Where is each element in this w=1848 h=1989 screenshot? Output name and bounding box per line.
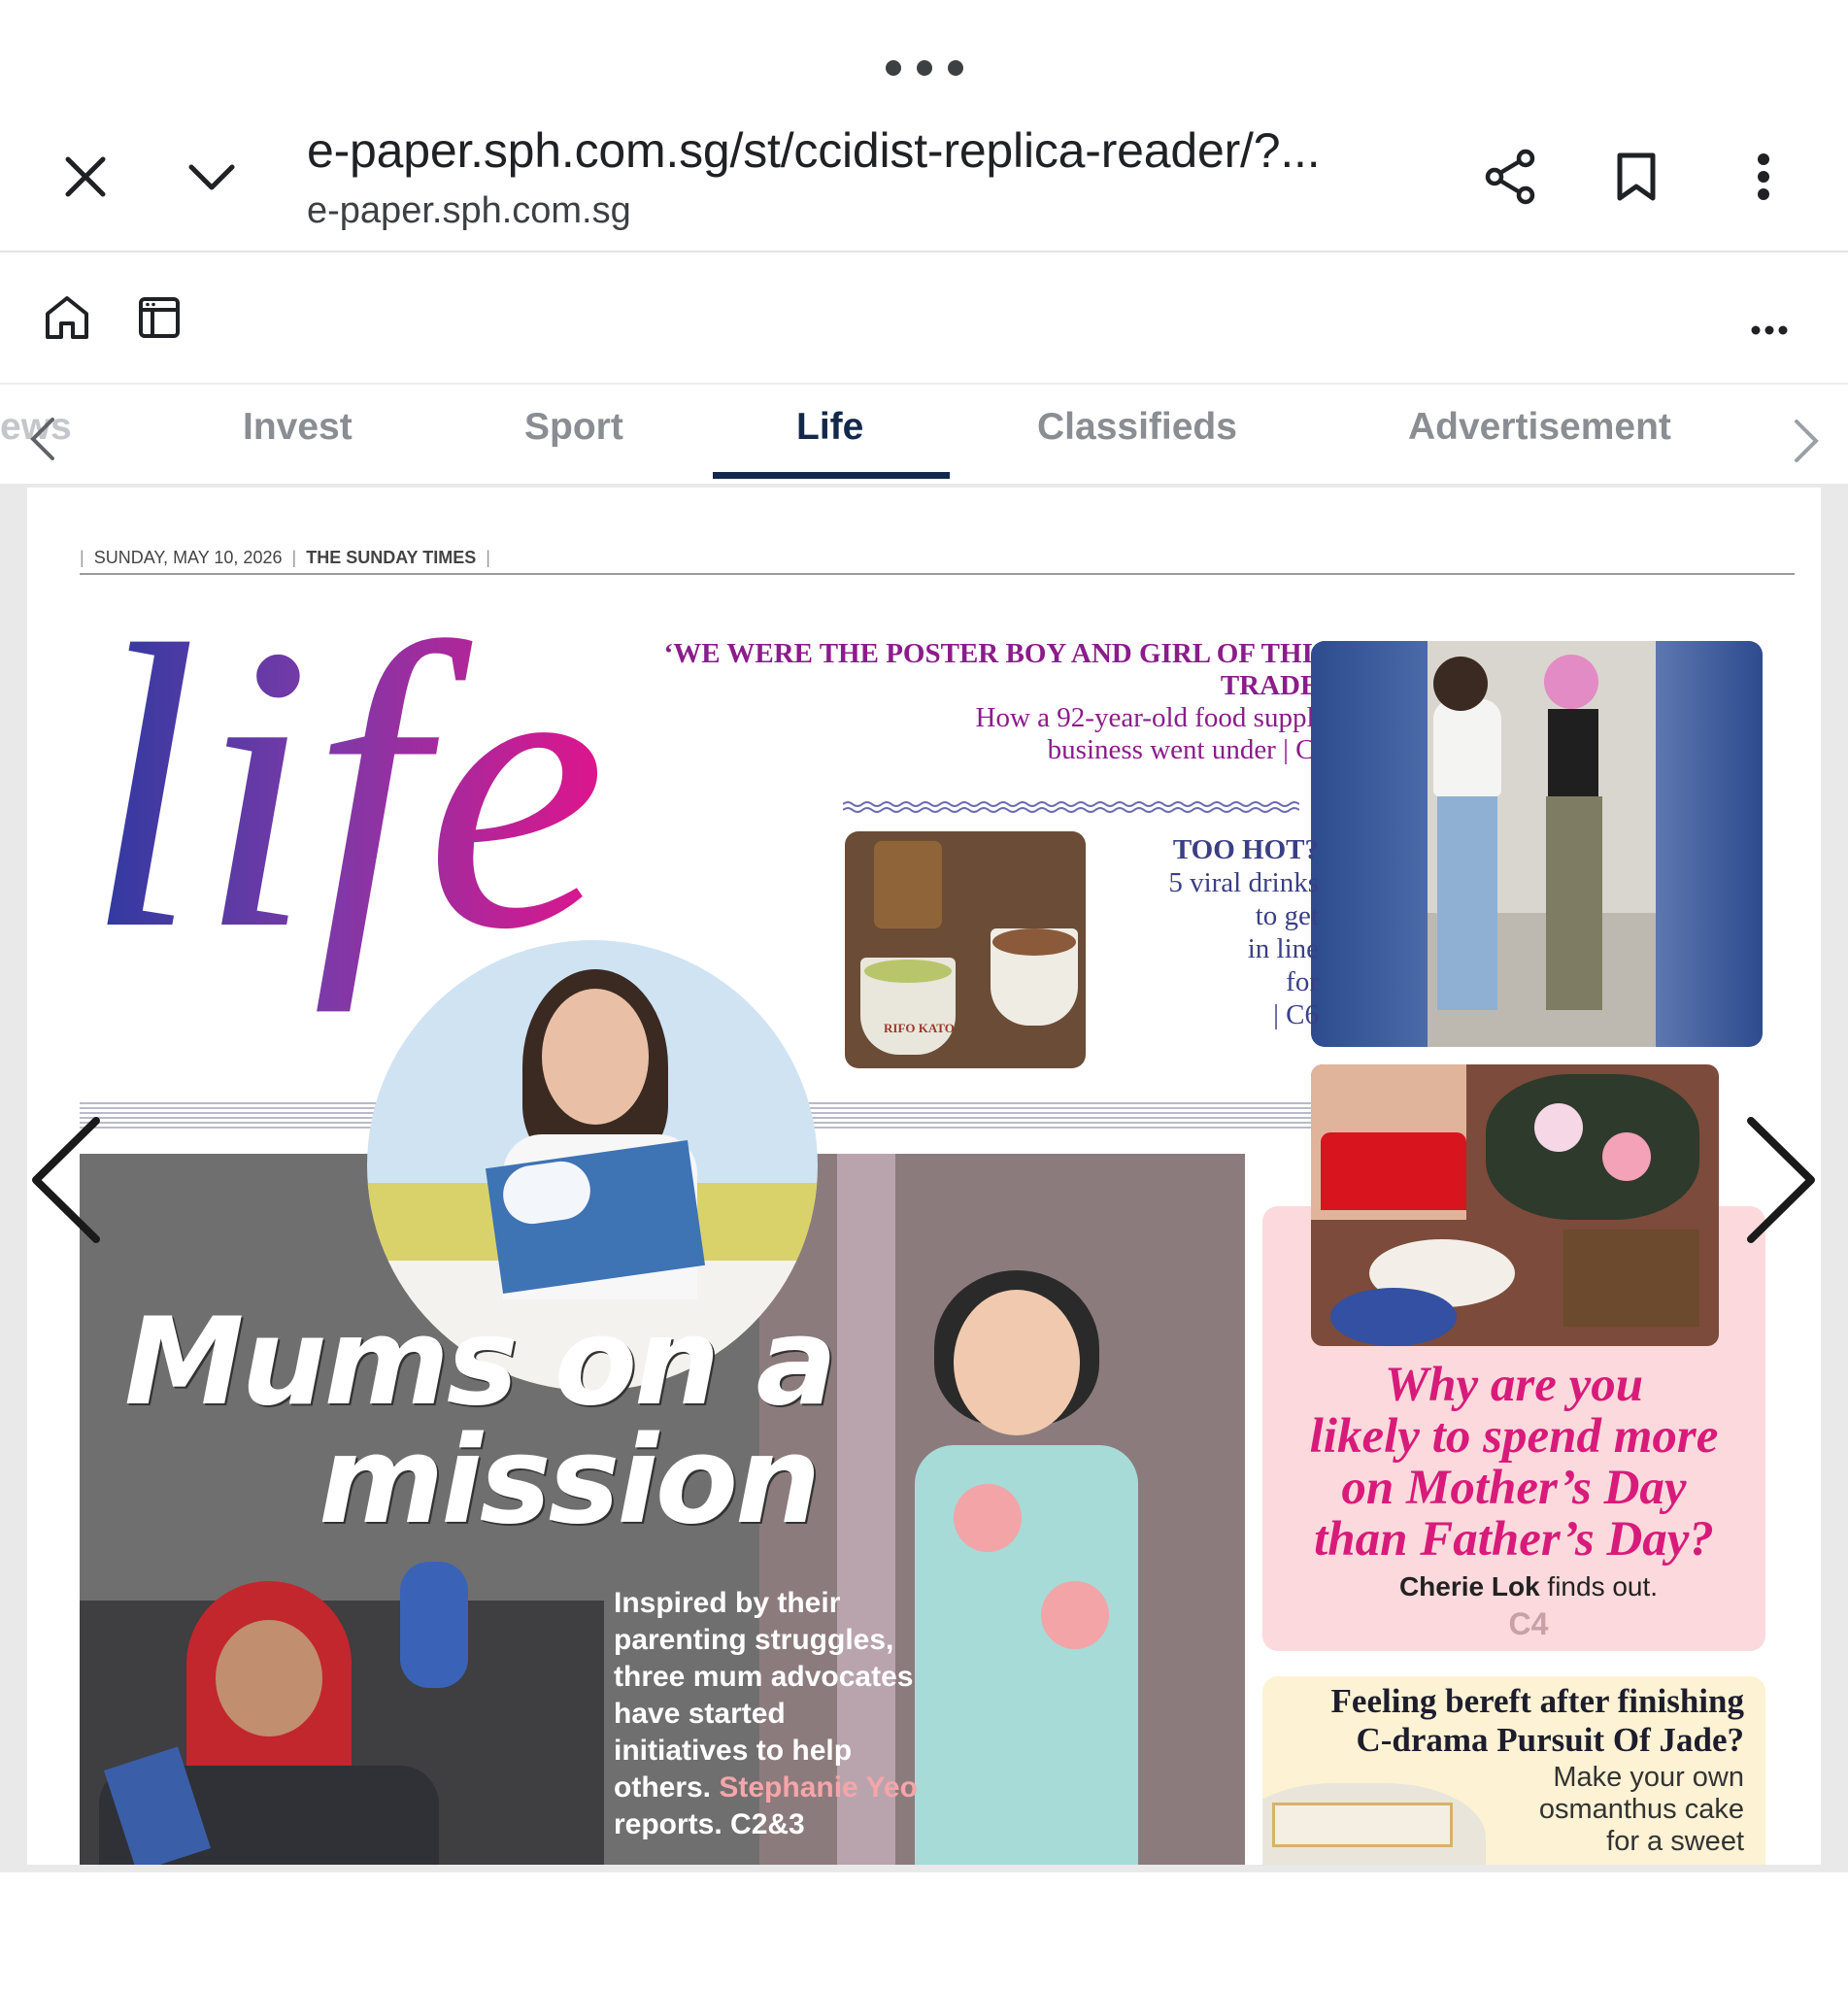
mothers-line4: than Father’s Day? xyxy=(1314,1512,1714,1567)
drinks-line3: in line xyxy=(1247,933,1319,964)
home-icon xyxy=(46,296,88,339)
blurb-line5: initiatives to help xyxy=(614,1735,853,1767)
mothers-line1: Why are you xyxy=(1384,1358,1644,1412)
drinks-ref: C6 xyxy=(1286,999,1319,1030)
blurb-line4: have started xyxy=(614,1698,786,1730)
url-domain: e-paper.sph.com.sg xyxy=(307,190,631,231)
photo-viral-drinks: RIFO KATO xyxy=(845,831,1086,1068)
close-icon xyxy=(65,156,106,197)
minimize-button[interactable] xyxy=(181,146,243,208)
jade-blurb: Make your own osmanthus cake for a sweet xyxy=(1464,1762,1744,1858)
sections-icon xyxy=(139,297,180,338)
blurb-line3: three mum advocates xyxy=(614,1661,914,1693)
share-icon xyxy=(1485,149,1535,205)
chevron-right-icon xyxy=(1795,420,1819,462)
arrow-right-icon xyxy=(1747,1117,1815,1243)
previous-page-button[interactable] xyxy=(21,1107,109,1253)
jade-line1: Feeling bereft after finishing xyxy=(1330,1682,1744,1720)
tabs-scroll-right[interactable] xyxy=(1785,414,1828,468)
mothers-ref: C4 xyxy=(1508,1606,1549,1641)
close-button[interactable] xyxy=(54,146,117,208)
blurb-line7: reports. xyxy=(614,1808,722,1840)
story-poster-line2: business went under xyxy=(1047,734,1276,765)
jade-line4: osmanthus cake xyxy=(1538,1794,1744,1825)
jade-line5: for a sweet xyxy=(1606,1826,1744,1857)
story-viral-drinks[interactable]: TOO HOT? 5 viral drinks to get in line f… xyxy=(1086,833,1319,1031)
tab-sport[interactable]: Sport xyxy=(524,406,623,449)
chevron-down-icon xyxy=(188,164,235,190)
mothers-byline-rest: finds out. xyxy=(1547,1571,1659,1601)
toolbar-divider xyxy=(0,383,1848,385)
drinks-title: TOO HOT? xyxy=(1172,834,1319,865)
main-headline: Mums on a mission xyxy=(124,1293,998,1551)
main-blurb: Inspired by their parenting struggles, t… xyxy=(614,1585,963,1843)
bookmark-button[interactable] xyxy=(1604,146,1668,208)
more-vert-icon xyxy=(1758,153,1769,200)
blurb-ref: C2&3 xyxy=(730,1808,805,1840)
dateline: | SUNDAY, MAY 10, 2026 | THE SUNDAY TIME… xyxy=(80,548,490,567)
share-button[interactable] xyxy=(1476,146,1544,208)
arrow-left-icon xyxy=(32,1117,100,1243)
photo-warehouse-couple xyxy=(1311,641,1763,1047)
sections-button[interactable] xyxy=(130,289,188,346)
bookmark-icon xyxy=(1617,152,1656,201)
mothers-day-byline: Cherie Lok finds out. xyxy=(1262,1571,1795,1602)
active-tab-indicator xyxy=(713,472,950,479)
drag-handle[interactable] xyxy=(886,54,963,82)
blurb-line1: Inspired by their xyxy=(614,1587,841,1619)
blurb-author: Stephanie Yeo xyxy=(719,1771,918,1804)
paper-name: THE SUNDAY TIMES xyxy=(306,548,477,567)
story-poster-boy[interactable]: ‘WE WERE THE POSTER BOY AND GIRL OF THIS… xyxy=(649,638,1328,766)
headline-line1: Mums on a xyxy=(124,1293,837,1433)
drinks-line1: 5 viral drinks xyxy=(1168,867,1319,898)
blurb-line2: parenting struggles, xyxy=(614,1624,894,1656)
tabs-scroll-left[interactable] xyxy=(21,412,64,466)
jade-headline: Feeling bereft after finishing C-drama P… xyxy=(1270,1682,1744,1760)
home-button[interactable] xyxy=(37,289,97,346)
tab-invest[interactable]: Invest xyxy=(243,406,353,449)
issue-date: SUNDAY, MAY 10, 2026 xyxy=(93,548,283,567)
blurb-line6: others. xyxy=(614,1771,712,1804)
tab-advertisement[interactable]: Advertisement xyxy=(1408,406,1671,449)
photo-mothers-day-dinner-overlay xyxy=(1311,1064,1719,1346)
tab-classifieds[interactable]: Classifieds xyxy=(1037,406,1237,449)
dateline-rule xyxy=(80,573,1795,575)
drinks-line2: to get xyxy=(1255,900,1319,931)
story-poster-quote: ‘WE WERE THE POSTER BOY AND GIRL OF THIS… xyxy=(663,638,1328,701)
toolbar-more-button[interactable] xyxy=(1744,311,1795,350)
headline-line2: mission xyxy=(319,1411,821,1551)
chrome-divider xyxy=(0,251,1848,253)
url-text[interactable]: e-paper.sph.com.sg/st/ccidist-replica-re… xyxy=(307,122,1321,179)
tab-life[interactable]: Life xyxy=(796,406,863,449)
drinks-line4: for xyxy=(1286,966,1319,997)
jade-line2: C-drama Pursuit Of Jade? xyxy=(1356,1721,1744,1759)
chevron-left-icon xyxy=(30,418,54,460)
newspaper-page[interactable]: | SUNDAY, MAY 10, 2026 | THE SUNDAY TIME… xyxy=(27,488,1821,1865)
story-poster-line1: How a 92-year-old food supply xyxy=(975,702,1328,733)
jade-line3: Make your own xyxy=(1553,1762,1744,1793)
next-page-button[interactable] xyxy=(1738,1107,1826,1253)
mothers-line2: likely to spend more xyxy=(1309,1409,1719,1464)
mothers-line3: on Mother’s Day xyxy=(1341,1461,1687,1515)
more-options-button[interactable] xyxy=(1734,146,1793,208)
wavy-divider-top xyxy=(843,801,1299,813)
more-horiz-icon xyxy=(1751,325,1788,335)
mothers-author: Cherie Lok xyxy=(1398,1571,1540,1601)
mothers-day-headline: Why are you likely to spend more on Moth… xyxy=(1262,1360,1765,1566)
cup-brand-label: RIFO KATO xyxy=(884,1021,955,1035)
